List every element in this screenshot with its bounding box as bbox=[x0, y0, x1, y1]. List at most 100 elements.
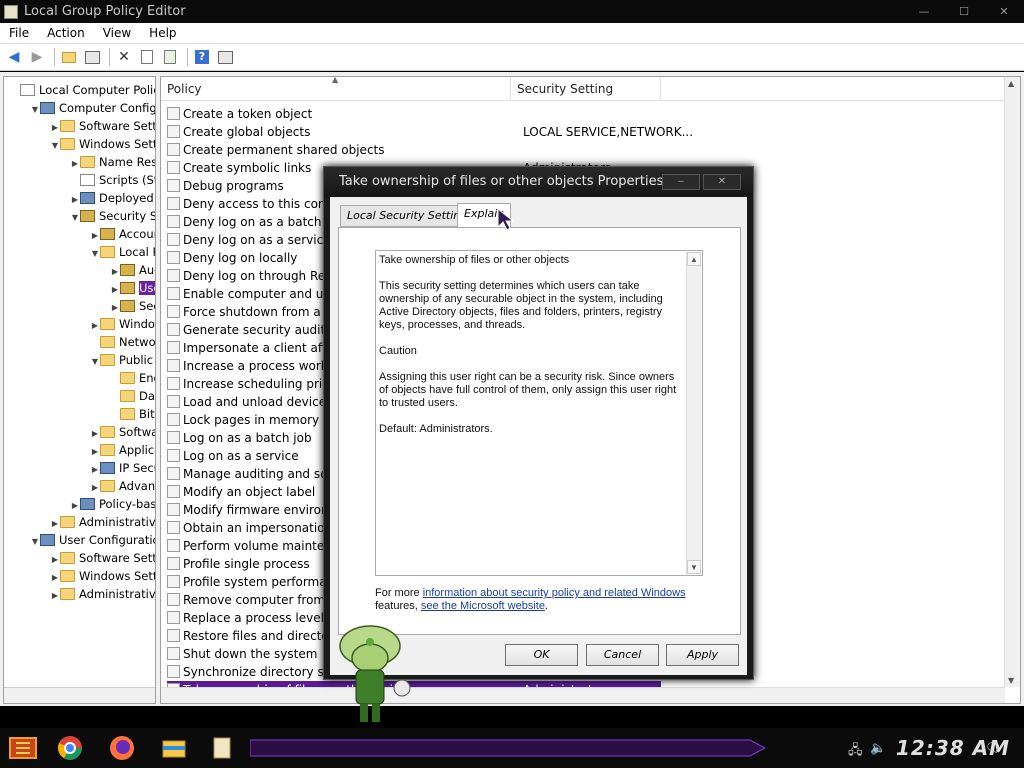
collapse-arrow-icon[interactable]: ▼ bbox=[90, 353, 100, 371]
tree-node[interactable]: ▶Administrative Templates bbox=[50, 585, 155, 605]
dialog-body: Local Security Setting Explain Take owne… bbox=[330, 197, 747, 675]
collapse-arrow-icon[interactable]: ▼ bbox=[30, 101, 40, 119]
tree-node[interactable]: ▶Windows Defender Firewall bbox=[90, 315, 155, 333]
scroll-down-icon[interactable]: ▼ bbox=[1008, 676, 1014, 685]
tree-node[interactable]: ▶Software Settings bbox=[50, 117, 155, 135]
tree-node[interactable]: ▶Administrative Templates bbox=[50, 513, 155, 531]
tree-node[interactable]: ▶Deployed Printers bbox=[70, 189, 155, 207]
forward-arrow-icon[interactable]: ▶ bbox=[27, 47, 47, 67]
tree-node[interactable]: Scripts (Startup/Shutdown) bbox=[70, 171, 155, 189]
tree-node[interactable]: Encrypting File System bbox=[110, 369, 155, 387]
tree-node-label: Computer Configuration bbox=[59, 101, 156, 115]
tree-node[interactable]: ▶Name Resolution Policy bbox=[70, 153, 155, 171]
file-explorer-icon[interactable] bbox=[160, 734, 188, 762]
tree-node[interactable]: ▶Account Policies bbox=[90, 225, 155, 243]
dialog-titlebar: Take ownership of files or other objects… bbox=[324, 167, 753, 197]
collapse-arrow-icon[interactable]: ▼ bbox=[30, 533, 40, 551]
policy-name: Deny log on as a batch job bbox=[183, 215, 344, 229]
policy-row[interactable]: Create a token object bbox=[167, 105, 661, 123]
back-arrow-icon[interactable]: ◀ bbox=[4, 47, 24, 67]
menu-view[interactable]: View bbox=[94, 26, 140, 40]
folder-icon bbox=[60, 552, 75, 564]
scroll-down-icon[interactable]: ▼ bbox=[687, 560, 701, 574]
tree-node[interactable]: ▶Windows Settings bbox=[50, 567, 155, 585]
show-hide-tree-icon[interactable] bbox=[82, 47, 102, 67]
network-icon[interactable]: 🖧 bbox=[848, 741, 863, 763]
microsoft-website-link[interactable]: see the Microsoft website bbox=[421, 600, 545, 612]
menu-help[interactable]: Help bbox=[140, 26, 185, 40]
tree-node-label: BitLocker Drive Encryption bbox=[139, 407, 155, 421]
group-policy-editor-taskbar-icon[interactable] bbox=[208, 734, 236, 762]
tree-node[interactable]: Network List Manager Policies bbox=[90, 333, 156, 351]
explain-text-box[interactable]: Take ownership of files or other objects… bbox=[375, 250, 703, 576]
list-horizontal-scrollbar[interactable] bbox=[161, 687, 1005, 703]
delete-icon[interactable]: ✕ bbox=[114, 47, 134, 67]
policy-icon bbox=[167, 305, 180, 318]
cancel-button[interactable]: Cancel bbox=[586, 644, 659, 666]
show-hide-action-pane-icon[interactable] bbox=[215, 47, 235, 67]
computer-icon bbox=[40, 534, 55, 546]
tree-node[interactable]: ▶Software Restriction Policies bbox=[90, 423, 155, 441]
tree-node[interactable]: BitLocker Drive Encryption bbox=[110, 405, 155, 423]
minimize-button[interactable]: — bbox=[904, 0, 944, 23]
properties-icon[interactable] bbox=[137, 47, 157, 67]
dialog-close-button[interactable]: ✕ bbox=[703, 174, 741, 190]
tree-node-label: Advanced Audit Policy Configuration bbox=[119, 479, 156, 493]
list-vertical-scrollbar[interactable]: ▲ ▼ bbox=[1004, 77, 1020, 687]
policy-icon bbox=[167, 431, 180, 444]
dialog-title: Take ownership of files or other objects… bbox=[339, 174, 664, 189]
ok-button[interactable]: OK bbox=[505, 644, 578, 666]
policy-name: Create symbolic links bbox=[183, 161, 312, 175]
column-header-security-setting[interactable]: Security Setting bbox=[511, 77, 661, 101]
close-button[interactable]: ✕ bbox=[984, 0, 1024, 23]
tree-node[interactable]: ▼ User Configuration bbox=[30, 531, 155, 551]
scroll-up-icon[interactable]: ▲ bbox=[1008, 79, 1014, 88]
menu-file[interactable]: File bbox=[0, 26, 38, 40]
notification-icon[interactable]: 🗨 bbox=[985, 741, 1002, 756]
tree-node[interactable]: ▼ Public Key Policies bbox=[90, 351, 155, 371]
policy-row[interactable]: Create global objects LOCAL SERVICE,NETWO… bbox=[167, 123, 693, 141]
collapse-arrow-icon[interactable]: ▼ bbox=[50, 137, 60, 155]
policy-name: Generate security audits bbox=[183, 323, 332, 337]
dialog-help-button[interactable]: ‒ bbox=[662, 174, 700, 190]
policy-icon bbox=[167, 161, 180, 174]
tree-horizontal-scrollbar[interactable] bbox=[4, 687, 155, 703]
maximize-button[interactable]: ☐ bbox=[944, 0, 984, 23]
policy-icon bbox=[167, 215, 180, 228]
explain-scrollbar[interactable]: ▲ ▼ bbox=[686, 252, 701, 574]
tree-node[interactable]: ▼ Security Settings bbox=[70, 207, 155, 227]
export-list-icon[interactable] bbox=[160, 47, 180, 67]
apply-button[interactable]: Apply bbox=[666, 644, 739, 666]
menu-action[interactable]: Action bbox=[38, 26, 94, 40]
tree-node[interactable]: ▶User Rights Assignment bbox=[110, 279, 155, 297]
up-folder-icon[interactable] bbox=[59, 47, 79, 67]
tree-node[interactable]: ▶Advanced Audit Policy Configuration bbox=[90, 477, 156, 495]
start-button-icon[interactable] bbox=[8, 734, 40, 762]
tree-node[interactable]: Local Computer Policy bbox=[10, 81, 155, 99]
tree-node[interactable]: ▶Policy-based QoS bbox=[70, 495, 155, 513]
security-policy-info-link[interactable]: information about security policy and re… bbox=[423, 587, 686, 599]
policy-name: Create global objects bbox=[183, 125, 311, 139]
scroll-up-icon[interactable]: ▲ bbox=[687, 252, 701, 266]
chrome-icon[interactable] bbox=[56, 734, 84, 762]
tree-node[interactable]: ▼ Computer Configuration bbox=[30, 99, 156, 119]
tree-node[interactable]: ▼ Local Policies bbox=[90, 243, 155, 263]
tree-node[interactable]: ▶Software Settings bbox=[50, 549, 155, 567]
collapse-arrow-icon[interactable]: ▼ bbox=[70, 209, 80, 227]
collapse-arrow-icon[interactable]: ▼ bbox=[90, 245, 100, 263]
tree-node[interactable]: ▶Audit Policy bbox=[110, 261, 155, 279]
firefox-icon[interactable] bbox=[108, 734, 136, 762]
policy-row[interactable]: Create permanent shared objects bbox=[167, 141, 661, 159]
mouse-cursor-icon bbox=[497, 207, 515, 231]
tree-node[interactable]: ▼ Windows Settings bbox=[50, 135, 155, 155]
tree-node[interactable]: Data Protection bbox=[110, 387, 155, 405]
help-icon[interactable]: ? bbox=[192, 47, 212, 67]
volume-icon[interactable]: 🔈 bbox=[870, 741, 886, 756]
tree-node[interactable]: ▶Application Control Policies bbox=[90, 441, 155, 459]
tree-node-label: Network List Manager Policies bbox=[119, 335, 156, 349]
expand-arrow-icon[interactable]: ▶ bbox=[50, 587, 60, 605]
tab-local-security-setting[interactable]: Local Security Setting bbox=[340, 205, 475, 227]
tree-node[interactable]: ▶IP Security Policies on Local Computer bbox=[90, 459, 155, 477]
tree-node[interactable]: ▶Security Options bbox=[110, 297, 155, 315]
computer-icon bbox=[40, 102, 55, 114]
